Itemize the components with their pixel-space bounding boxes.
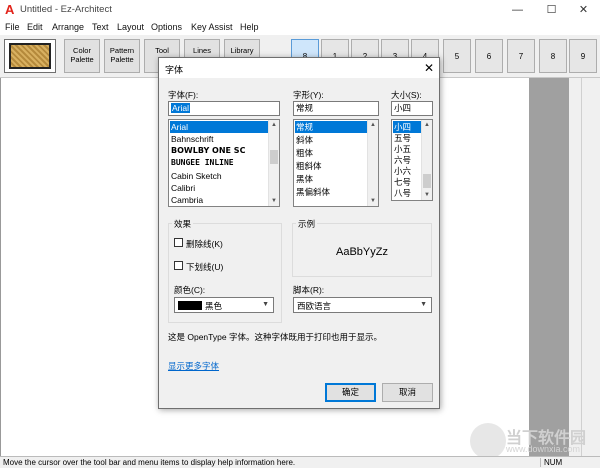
pattern-preview [9,43,51,69]
layer-button-8[interactable]: 8 [539,39,567,73]
style-option-black[interactable]: 黑体 [295,173,368,185]
minimize-button[interactable]: — [501,0,534,20]
window-title: Untitled - Ez-Architect [20,4,112,15]
close-button[interactable]: ✕ [567,0,600,20]
underline-label: 下划线(U) [186,262,224,272]
strikeout-checkbox[interactable] [174,238,183,247]
font-list-scrollbar[interactable]: ▲ ▼ [268,120,279,206]
style-option-regular[interactable]: 常规 [295,121,368,133]
style-list-scrollbar[interactable]: ▲ ▼ [367,120,378,206]
font-dialog: 字体 ✕ 字体(F): Arial Arial Bahnschrift BOWL… [158,57,440,409]
script-label: 脚本(R): [293,285,325,295]
sample-preview: AaBbYyZz [336,246,388,258]
scroll-down-icon[interactable]: ▼ [422,190,432,200]
layer-button-5[interactable]: 5 [443,39,471,73]
button-label: Tool [155,46,169,55]
chevron-down-icon: ▼ [420,301,427,308]
scroll-up-icon[interactable]: ▲ [269,120,279,130]
side-panel [529,78,569,456]
button-label: Palette [110,55,134,64]
maximize-button[interactable]: ☐ [535,0,568,20]
scroll-down-icon[interactable]: ▼ [269,196,279,206]
scroll-thumb[interactable] [423,174,431,188]
menu-bar: File Edit Arrange Text Layout Options Ke… [0,20,600,35]
color-value: 黑色 [205,301,223,311]
menu-options[interactable]: Options [151,22,182,32]
size-list[interactable]: 小四 五号 小五 六号 小六 七号 八号 ▲ ▼ [391,119,433,201]
scroll-thumb[interactable] [270,150,278,164]
vertical-scrollbar[interactable] [581,78,600,456]
menu-layout[interactable]: Layout [117,22,144,32]
font-option-bowlby[interactable]: BOWLBY ONE SC [170,145,269,157]
style-option-black-oblique[interactable]: 黑偏斜体 [295,186,368,198]
scroll-up-icon[interactable]: ▲ [368,120,378,130]
script-select[interactable]: 西欧语言 ▼ [293,297,432,313]
underline-checkbox[interactable] [174,261,183,270]
color-label: 颜色(C): [174,285,206,295]
color-select[interactable]: 黑色 ▼ [174,297,274,313]
show-more-fonts-link[interactable]: 显示更多字体 [168,360,219,372]
color-palette-button[interactable]: Color Palette [64,39,100,73]
watermark-logo-icon [470,423,506,459]
font-name-value: Arial [171,103,191,113]
style-option-italic[interactable]: 斜体 [295,134,368,146]
size-list-scrollbar[interactable]: ▲ ▼ [421,120,432,200]
title-bar: A Untitled - Ez-Architect — ☐ ✕ [0,0,600,20]
font-option-cabin-sketch[interactable]: Cabin Sketch [170,170,269,182]
dialog-close-button[interactable]: ✕ [421,60,437,76]
button-label: Lines [193,46,211,55]
menu-text[interactable]: Text [92,22,109,32]
font-option-calibri[interactable]: Calibri [170,182,269,194]
style-list[interactable]: 常规 斜体 粗体 粗斜体 黑体 黑偏斜体 ▲ ▼ [293,119,379,207]
font-list[interactable]: Arial Bahnschrift BOWLBY ONE SC BUNGEE I… [168,119,280,207]
status-message: Move the cursor over the tool bar and me… [3,458,296,467]
style-option-bold-italic[interactable]: 粗斜体 [295,160,368,172]
menu-key-assist[interactable]: Key Assist [191,22,233,32]
cancel-button[interactable]: 取消 [382,383,433,402]
menu-file[interactable]: File [5,22,20,32]
watermark-url: www.downxia.com [506,444,581,454]
sample-label: 示例 [296,218,318,230]
chevron-down-icon: ▼ [262,301,269,308]
menu-edit[interactable]: Edit [27,22,43,32]
scroll-up-icon[interactable]: ▲ [422,120,432,130]
font-label: 字体(F): [168,90,199,100]
ok-button[interactable]: 确定 [325,383,376,402]
font-description: 这是 OpenType 字体。这种字体既用于打印也用于显示。 [168,332,382,342]
font-option-bahnschrift[interactable]: Bahnschrift [170,133,269,145]
menu-help[interactable]: Help [240,22,259,32]
scroll-down-icon[interactable]: ▼ [368,196,378,206]
dialog-title-bar: 字体 ✕ [159,58,439,78]
style-option-bold[interactable]: 粗体 [295,147,368,159]
button-label: Library [230,46,254,55]
button-label: Pattern [109,46,135,55]
font-name-input[interactable]: Arial [168,101,280,116]
size-option[interactable]: 八号 [393,187,422,199]
font-option-bungee[interactable]: BUNGEE INLINE [170,157,269,169]
size-label: 大小(S): [391,90,422,100]
layer-button-9[interactable]: 9 [569,39,597,73]
current-pattern-swatch[interactable] [4,39,56,73]
font-option-cambria[interactable]: Cambria [170,194,269,206]
layer-button-6[interactable]: 6 [475,39,503,73]
dialog-title: 字体 [165,65,184,75]
button-label: Palette [70,55,94,64]
font-option-arial[interactable]: Arial [170,121,269,133]
button-label: Color [73,46,91,55]
style-label: 字形(Y): [293,90,324,100]
font-size-input[interactable]: 小四 [391,101,433,116]
app-logo-icon: A [5,2,15,17]
status-bar: Move the cursor over the tool bar and me… [0,456,600,468]
num-lock-indicator: NUM [540,458,562,467]
font-style-input[interactable]: 常规 [293,101,379,116]
script-value: 西欧语言 [297,301,332,311]
effects-label: 效果 [172,218,194,230]
menu-arrange[interactable]: Arrange [52,22,84,32]
pattern-palette-button[interactable]: Pattern Palette [104,39,140,73]
strikeout-label: 删除线(K) [186,239,223,249]
color-swatch [178,301,202,310]
layer-button-7[interactable]: 7 [507,39,535,73]
